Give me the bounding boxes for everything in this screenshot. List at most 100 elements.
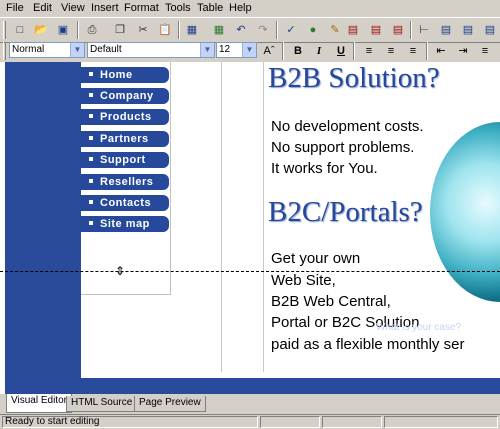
nav-menu: Home Company Products Partners Support R… <box>81 62 171 295</box>
font-select[interactable]: Default ▼ <box>87 42 215 58</box>
table-row-icon[interactable]: ▤ <box>368 22 384 38</box>
body-line: paid as a flexible monthly ser <box>271 336 465 353</box>
toolbar-separator <box>353 42 355 60</box>
align-right-icon[interactable]: ≡ <box>405 43 421 59</box>
status-panel <box>260 416 320 428</box>
body-line: Get your own <box>271 250 361 267</box>
menu-table[interactable]: Table <box>197 2 223 14</box>
nav-item-label: Site map <box>100 218 150 230</box>
status-panel <box>322 416 382 428</box>
undo-icon[interactable]: ↶ <box>233 22 249 38</box>
toolbar-grip[interactable] <box>3 21 6 39</box>
body-line: Web Site, <box>271 272 336 289</box>
toolbar-separator <box>77 21 79 39</box>
font-size-select[interactable]: 12 ▼ <box>216 42 257 58</box>
copy-icon[interactable]: ❐ <box>112 22 128 38</box>
left-color-band <box>5 62 81 394</box>
nav-item-label: Home <box>100 69 133 81</box>
globe-image <box>430 122 500 302</box>
table-col-icon[interactable]: ▤ <box>390 22 406 38</box>
insert-column-icon[interactable]: ⊢ <box>416 22 432 38</box>
menu-insert[interactable]: Insert <box>91 2 119 14</box>
nav-item-label: Support <box>100 154 146 166</box>
nav-item-site-map[interactable]: Site map <box>81 216 169 232</box>
nav-item-partners[interactable]: Partners <box>81 131 169 147</box>
menu-tools[interactable]: Tools <box>165 2 191 14</box>
nav-item-products[interactable]: Products <box>81 109 169 125</box>
headline-b2c: B2C/Portals? <box>268 196 423 228</box>
underline-button[interactable]: U <box>333 43 349 59</box>
headline-b2b: B2B Solution? <box>268 62 440 94</box>
insert-object-icon[interactable]: ● <box>305 22 321 38</box>
style-select-value: Normal <box>12 44 45 55</box>
nav-item-resellers[interactable]: Resellers <box>81 174 169 190</box>
menu-help[interactable]: Help <box>229 2 252 14</box>
body-line: No support problems. <box>271 139 415 156</box>
bold-button[interactable]: B <box>290 43 306 59</box>
tab-visual-editor[interactable]: Visual Editor <box>6 394 72 413</box>
status-panel <box>384 416 498 428</box>
nav-item-label: Company <box>100 90 154 102</box>
tab-page-preview[interactable]: Page Preview <box>134 396 206 412</box>
paste-icon[interactable]: 📋 <box>157 22 173 38</box>
table-icon[interactable]: ▤ <box>345 22 361 38</box>
save-icon[interactable]: ▣ <box>55 22 71 38</box>
table-split-icon[interactable]: ▤ <box>460 22 476 38</box>
spellcheck-icon[interactable]: ✓ <box>283 22 299 38</box>
body-line: B2B Web Central, <box>271 293 391 310</box>
cut-icon[interactable]: ✂ <box>135 22 151 38</box>
numbered-list-icon[interactable]: ≡ <box>477 43 493 59</box>
chevron-down-icon[interactable]: ▼ <box>242 43 256 57</box>
menu-bar: File Edit View Insert Format Tools Table… <box>0 0 500 17</box>
style-select[interactable]: Normal ▼ <box>9 42 85 58</box>
chevron-down-icon[interactable]: ▼ <box>200 43 214 57</box>
menu-view[interactable]: View <box>61 2 85 14</box>
nav-item-label: Resellers <box>100 176 154 188</box>
visual-editor-canvas[interactable]: Home Company Products Partners Support R… <box>0 62 500 394</box>
indent-icon[interactable]: ⇥ <box>455 43 471 59</box>
table-merge-icon[interactable]: ▤ <box>438 22 454 38</box>
menu-file[interactable]: File <box>6 2 24 14</box>
toolbar-grip[interactable] <box>3 42 6 60</box>
paint-icon[interactable]: ✎ <box>327 22 343 38</box>
nav-item-label: Contacts <box>100 197 152 209</box>
menu-format[interactable]: Format <box>124 2 159 14</box>
drag-guide-line <box>0 271 500 272</box>
footer-text: What is your case? <box>376 322 462 333</box>
nav-item-label: Products <box>100 111 152 123</box>
menu-edit[interactable]: Edit <box>33 2 52 14</box>
editor-tabs: Visual Editor HTML Source Page Preview <box>0 394 500 414</box>
align-left-icon[interactable]: ≡ <box>361 43 377 59</box>
print-icon[interactable]: ⎙ <box>84 22 100 38</box>
nav-item-company[interactable]: Company <box>81 88 169 104</box>
insert-image-icon[interactable]: ▦ <box>211 22 227 38</box>
bullet-list-icon[interactable]: ⋮ <box>494 43 500 59</box>
toolbar-separator <box>426 42 428 60</box>
table-border <box>263 62 264 372</box>
page-footer-band <box>81 378 500 394</box>
open-icon[interactable]: 📂 <box>33 22 49 38</box>
nav-item-home[interactable]: Home <box>81 67 169 83</box>
nav-item-contacts[interactable]: Contacts <box>81 195 169 211</box>
toolbar-separator <box>410 21 412 39</box>
font-size-value: 12 <box>219 44 231 55</box>
insert-table-icon[interactable]: ▦ <box>184 22 200 38</box>
toolbar-separator <box>282 42 284 60</box>
body-line: It works for You. <box>271 160 378 177</box>
font-grow-icon[interactable]: Aˆ <box>261 43 277 59</box>
resize-cursor-icon: ⇕ <box>115 264 126 278</box>
nav-item-label: Partners <box>100 133 149 145</box>
standard-toolbar: □ 📂 ▣ ⎙ ❐ ✂ 📋 ▦ ▦ ↶ ↷ ✓ ● ✎ ▤ ▤ ▤ ⊢ ▤ ▤ … <box>0 17 500 43</box>
font-select-value: Default <box>90 44 122 55</box>
outdent-icon[interactable]: ⇤ <box>433 43 449 59</box>
redo-icon[interactable]: ↷ <box>255 22 271 38</box>
table-props-icon[interactable]: ▤ <box>482 22 498 38</box>
align-center-icon[interactable]: ≡ <box>383 43 399 59</box>
tab-html-source[interactable]: HTML Source <box>66 396 138 412</box>
table-border <box>221 62 222 372</box>
chevron-down-icon[interactable]: ▼ <box>70 43 84 57</box>
nav-item-support[interactable]: Support <box>81 152 169 168</box>
new-icon[interactable]: □ <box>12 22 28 38</box>
status-bar: Ready to start editing <box>0 414 500 429</box>
italic-button[interactable]: I <box>311 43 327 59</box>
